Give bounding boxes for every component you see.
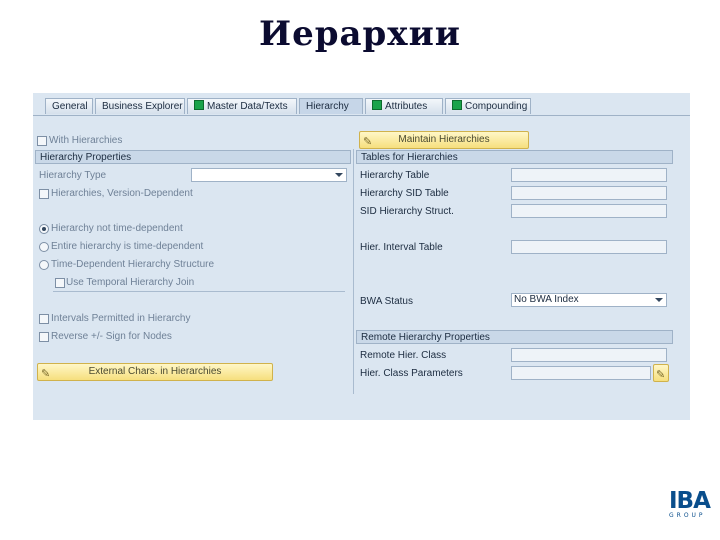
radio-not-time-dependent-label: Hierarchy not time-dependent <box>51 223 183 234</box>
pencil-icon: ✎ <box>656 369 666 381</box>
tab-hierarchy[interactable]: Hierarchy <box>299 98 363 114</box>
radio-time-dependent-structure[interactable] <box>39 260 49 270</box>
with-hierarchies-checkbox[interactable] <box>37 136 47 146</box>
hierarchy-type-select[interactable] <box>191 168 347 182</box>
hierarchy-type-label: Hierarchy Type <box>39 170 107 181</box>
bwa-status-label: BWA Status <box>360 296 413 307</box>
version-dependent-checkbox[interactable] <box>39 189 49 199</box>
tab-label: General <box>52 101 88 112</box>
pencil-icon: ✎ <box>363 136 373 148</box>
hier-interval-table-field[interactable] <box>511 240 667 254</box>
sap-infoobject-panel: General Business Explorer Master Data/Te… <box>33 93 690 420</box>
remote-hier-class-field[interactable] <box>511 348 667 362</box>
remote-hierarchy-properties-header: Remote Hierarchy Properties <box>356 330 673 344</box>
hier-class-params-label: Hier. Class Parameters <box>360 368 463 379</box>
maintain-hierarchies-button[interactable]: ✎ Maintain Hierarchies <box>359 131 529 149</box>
chevron-down-icon <box>655 298 663 302</box>
reverse-sign-label: Reverse +/- Sign for Nodes <box>51 331 172 342</box>
status-green-icon <box>194 100 204 110</box>
tab-label: Attributes <box>385 101 428 112</box>
bwa-status-select[interactable]: No BWA Index <box>511 293 667 307</box>
version-dependent-label: Hierarchies, Version-Dependent <box>51 188 193 199</box>
status-green-icon <box>452 100 462 110</box>
reverse-sign-checkbox[interactable] <box>39 332 49 342</box>
radio-entire-time-dependent[interactable] <box>39 242 49 252</box>
radio-entire-time-dependent-label: Entire hierarchy is time-dependent <box>51 241 204 252</box>
tab-label: Business Explorer <box>102 101 183 112</box>
tab-attributes[interactable]: Attributes <box>365 98 443 114</box>
tab-label: Compounding <box>465 101 528 112</box>
divider <box>53 291 345 292</box>
logo-main-text: IBA <box>669 488 711 514</box>
hierarchy-sid-table-field[interactable] <box>511 186 667 200</box>
tab-general[interactable]: General <box>45 98 93 114</box>
external-chars-button[interactable]: ✎ External Chars. in Hierarchies <box>37 363 273 381</box>
hierarchy-table-label: Hierarchy Table <box>360 170 430 181</box>
tables-for-hierarchies-header: Tables for Hierarchies <box>356 150 673 164</box>
column-divider <box>353 149 354 394</box>
status-green-icon <box>372 100 382 110</box>
hier-class-params-field[interactable] <box>511 366 651 380</box>
maintain-hierarchies-button-label: Maintain Hierarchies <box>398 134 490 145</box>
tab-label: Hierarchy <box>306 101 349 112</box>
remote-hier-class-label: Remote Hier. Class <box>360 350 447 361</box>
hierarchy-properties-header: Hierarchy Properties <box>35 150 351 164</box>
edit-params-button[interactable]: ✎ <box>653 364 669 382</box>
tab-compounding[interactable]: Compounding <box>445 98 531 114</box>
tab-business-explorer[interactable]: Business Explorer <box>95 98 185 114</box>
logo-sub-text: GROUP <box>669 512 706 519</box>
hierarchy-sid-table-label: Hierarchy SID Table <box>360 188 449 199</box>
tab-master-data-texts[interactable]: Master Data/Texts <box>187 98 297 114</box>
bwa-status-value: No BWA Index <box>514 294 579 305</box>
temporal-join-checkbox[interactable] <box>55 278 65 288</box>
sid-hierarchy-struct-label: SID Hierarchy Struct. <box>360 206 454 217</box>
with-hierarchies-label: With Hierarchies <box>49 135 123 146</box>
temporal-join-label: Use Temporal Hierarchy Join <box>66 277 195 288</box>
iba-group-logo: IBA GROUP <box>669 490 719 530</box>
intervals-label: Intervals Permitted in Hierarchy <box>51 313 191 324</box>
tab-bar: General Business Explorer Master Data/Te… <box>33 93 690 116</box>
radio-time-dependent-structure-label: Time-Dependent Hierarchy Structure <box>51 259 215 270</box>
hier-interval-table-label: Hier. Interval Table <box>360 242 443 253</box>
tab-label: Master Data/Texts <box>207 101 288 112</box>
sid-hierarchy-struct-field[interactable] <box>511 204 667 218</box>
intervals-checkbox[interactable] <box>39 314 49 324</box>
external-chars-button-label: External Chars. in Hierarchies <box>88 366 222 377</box>
hierarchy-table-field[interactable] <box>511 168 667 182</box>
pencil-icon: ✎ <box>41 368 51 380</box>
slide-title: Иерархии <box>258 14 462 54</box>
radio-not-time-dependent[interactable] <box>39 224 49 234</box>
chevron-down-icon <box>335 173 343 177</box>
